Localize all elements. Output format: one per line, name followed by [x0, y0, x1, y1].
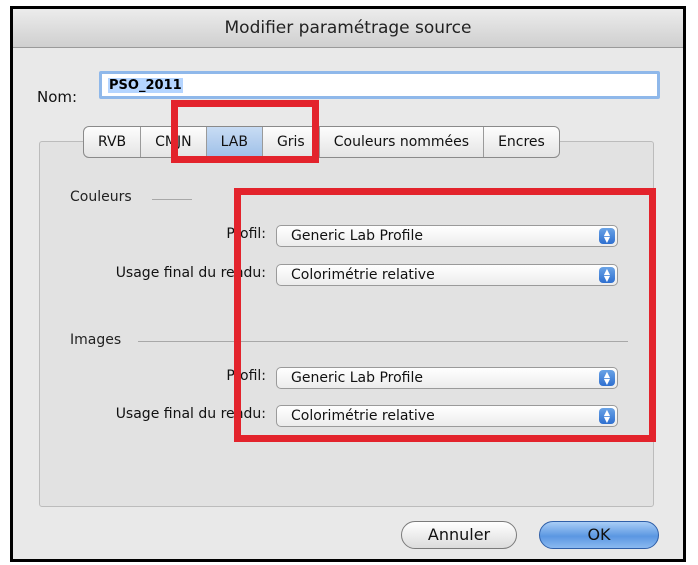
annotation-box-lab-tab — [171, 100, 319, 163]
tab-rvb[interactable]: RVB — [84, 127, 142, 157]
tab-encres[interactable]: Encres — [484, 127, 559, 157]
name-field-value: PSO_2011 — [108, 78, 183, 93]
tab-bar: RVB CMJN LAB Gris Couleurs nommées Encre… — [83, 126, 560, 158]
name-label: Nom: — [37, 88, 78, 106]
annotation-box-settings — [234, 188, 656, 442]
section-title-couleurs: Couleurs — [70, 189, 132, 205]
ok-button[interactable]: OK — [539, 521, 659, 549]
tab-couleurs-nommees[interactable]: Couleurs nommées — [320, 127, 485, 157]
name-field[interactable]: PSO_2011 — [99, 71, 660, 99]
section-divider — [152, 199, 192, 200]
cancel-button[interactable]: Annuler — [401, 521, 517, 549]
dialog-title-text: Modifier paramétrage source — [224, 18, 472, 38]
section-title-images: Images — [70, 332, 122, 348]
dialog-title: Modifier paramétrage source — [13, 9, 683, 48]
